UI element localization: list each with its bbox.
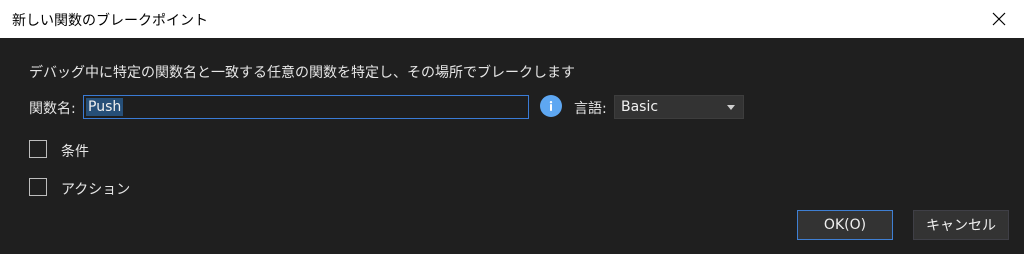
titlebar: 新しい関数のブレークポイント (0, 0, 1024, 38)
condition-checkbox[interactable] (29, 140, 47, 158)
function-name-value: Push (86, 98, 124, 116)
cancel-button[interactable]: キャンセル (913, 210, 1009, 240)
condition-label: 条件 (61, 144, 89, 160)
ok-button[interactable]: OK(O) (797, 210, 893, 240)
language-value: Basic (621, 99, 659, 115)
function-name-input[interactable]: Push (83, 95, 529, 119)
language-select[interactable]: Basic (614, 95, 744, 119)
language-label: 言語: (574, 101, 607, 117)
info-icon[interactable] (540, 95, 562, 117)
chevron-down-icon (727, 105, 735, 110)
function-name-label: 関数名: (29, 101, 76, 117)
close-button[interactable] (986, 6, 1012, 32)
description-text: デバッグ中に特定の関数名と一致する任意の関数を特定し、その場所でブレークします (29, 65, 575, 81)
cancel-button-label: キャンセル (926, 218, 996, 234)
dialog-title: 新しい関数のブレークポイント (12, 13, 208, 29)
action-label: アクション (61, 182, 131, 198)
close-icon (992, 12, 1006, 26)
ok-button-label: OK(O) (823, 217, 867, 233)
info-glyph (549, 101, 553, 111)
action-checkbox[interactable] (29, 178, 47, 196)
new-function-breakpoint-dialog: 新しい関数のブレークポイント デバッグ中に特定の関数名と一致する任意の関数を特定… (0, 0, 1024, 254)
